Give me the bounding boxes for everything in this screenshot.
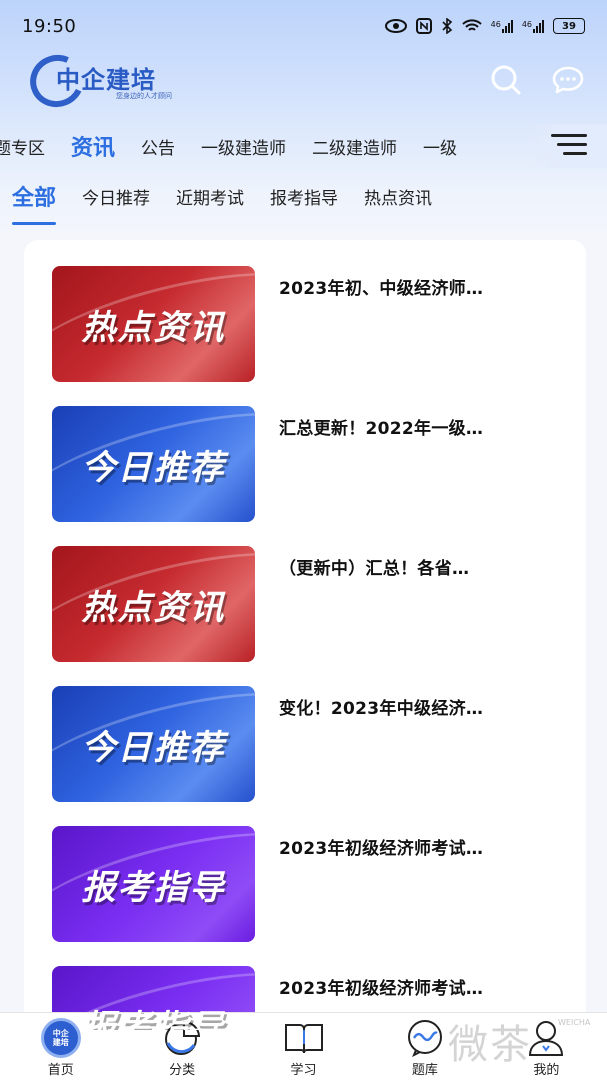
app-logo: 中企建培 您身边的人才顾问: [22, 47, 200, 115]
tab-category-0[interactable]: 题专区: [0, 134, 45, 159]
thumbnail-text: 热点资讯: [81, 587, 226, 628]
tab-category-5[interactable]: 一级: [423, 134, 457, 159]
book-icon: [283, 1019, 325, 1057]
news-item[interactable]: 今日推荐 汇总更新！2022年一级…: [52, 406, 562, 524]
network-type-label: 46: [521, 19, 532, 29]
battery-icon: 39: [553, 18, 585, 34]
nav-label: 首页: [47, 1063, 74, 1078]
network-type-label: 46: [490, 19, 501, 29]
subtab-2[interactable]: 近期考试: [176, 176, 244, 209]
app-header: 中企建培 您身边的人才顾问: [0, 47, 607, 115]
category-tabs: 题专区 资讯 公告 一级建造师 二级建造师 一级: [0, 124, 607, 168]
subtab-1[interactable]: 今日推荐: [82, 176, 150, 209]
menu-line: [551, 134, 587, 137]
nav-question-bank[interactable]: 题库: [364, 1013, 485, 1080]
thumbnail-text: 报考指导: [81, 1007, 226, 1031]
nfc-icon: [415, 18, 432, 34]
wifi-icon: [461, 19, 482, 31]
news-thumbnail: 今日推荐: [52, 406, 255, 522]
signal-icon-2: 46: [521, 19, 544, 33]
nav-study[interactable]: 学习: [243, 1013, 364, 1080]
news-list: 热点资讯 2023年初、中级经济师… 今日推荐 汇总更新！2022年一级… 热点…: [24, 240, 586, 1030]
thumbnail-text: 今日推荐: [81, 727, 226, 768]
search-icon: [491, 65, 521, 95]
news-thumbnail: 报考指导: [52, 826, 255, 942]
status-bar: 19:50 46 46 39: [0, 0, 607, 52]
watermark-small-text: WEICHA: [558, 1018, 591, 1027]
menu-line: [557, 143, 587, 146]
home-badge: 中企 建培: [40, 1018, 81, 1058]
tab-category-2[interactable]: 公告: [141, 134, 175, 159]
tab-category-1[interactable]: 资讯: [71, 130, 115, 162]
subtab-4[interactable]: 热点资讯: [364, 176, 432, 209]
thumbnail-text: 热点资讯: [81, 307, 226, 348]
news-item[interactable]: 报考指导 2023年初级经济师考试…: [52, 826, 562, 944]
home-logo-icon: 中企 建培: [40, 1018, 82, 1058]
news-title: 汇总更新！2022年一级…: [279, 419, 484, 439]
news-title: 2023年初级经济师考试…: [279, 979, 484, 999]
thumbnail-text: 报考指导: [81, 867, 226, 908]
sub-tabs: 全部 今日推荐 近期考试 报考指导 热点资讯: [12, 176, 458, 226]
thumbnail-text: 今日推荐: [81, 447, 226, 488]
tab-category-4[interactable]: 二级建造师: [312, 134, 397, 159]
signal-icon-1: 46: [490, 19, 513, 33]
news-title: 2023年初级经济师考试…: [279, 839, 484, 859]
news-item[interactable]: 今日推荐 变化！2023年中级经济…: [52, 686, 562, 804]
logo-title: 中企建培: [56, 65, 156, 94]
news-item[interactable]: 热点资讯 2023年初、中级经济师…: [52, 266, 562, 384]
nav-label: 我的: [533, 1063, 560, 1078]
status-icons: 46 46 39: [384, 18, 585, 34]
menu-line: [563, 152, 587, 155]
eye-icon: [384, 19, 407, 33]
search-button[interactable]: [488, 62, 524, 98]
category-menu-button[interactable]: [551, 132, 587, 158]
nav-label: 学习: [290, 1063, 317, 1078]
status-time: 19:50: [22, 15, 77, 37]
news-thumbnail: 报考指导: [52, 966, 255, 1030]
news-title: 变化！2023年中级经济…: [279, 699, 484, 719]
nav-label: 分类: [169, 1063, 196, 1078]
news-thumbnail: 今日推荐: [52, 686, 255, 802]
subtab-0[interactable]: 全部: [12, 176, 57, 225]
nav-label: 题库: [411, 1063, 438, 1078]
news-thumbnail: 热点资讯: [52, 266, 255, 382]
wave-bubble-icon: [404, 1019, 446, 1057]
subtab-3[interactable]: 报考指导: [270, 176, 338, 209]
news-thumbnail: 热点资讯: [52, 546, 255, 662]
tab-category-3[interactable]: 一级建造师: [201, 134, 286, 159]
message-icon: [552, 66, 584, 94]
news-item[interactable]: 热点资讯 （更新中）汇总！各省…: [52, 546, 562, 664]
news-title: 2023年初、中级经济师…: [279, 279, 484, 299]
news-title: （更新中）汇总！各省…: [279, 559, 470, 579]
bluetooth-icon: [442, 18, 452, 34]
message-button[interactable]: [550, 62, 586, 98]
logo-subtitle: 您身边的人才顾问: [116, 92, 172, 100]
